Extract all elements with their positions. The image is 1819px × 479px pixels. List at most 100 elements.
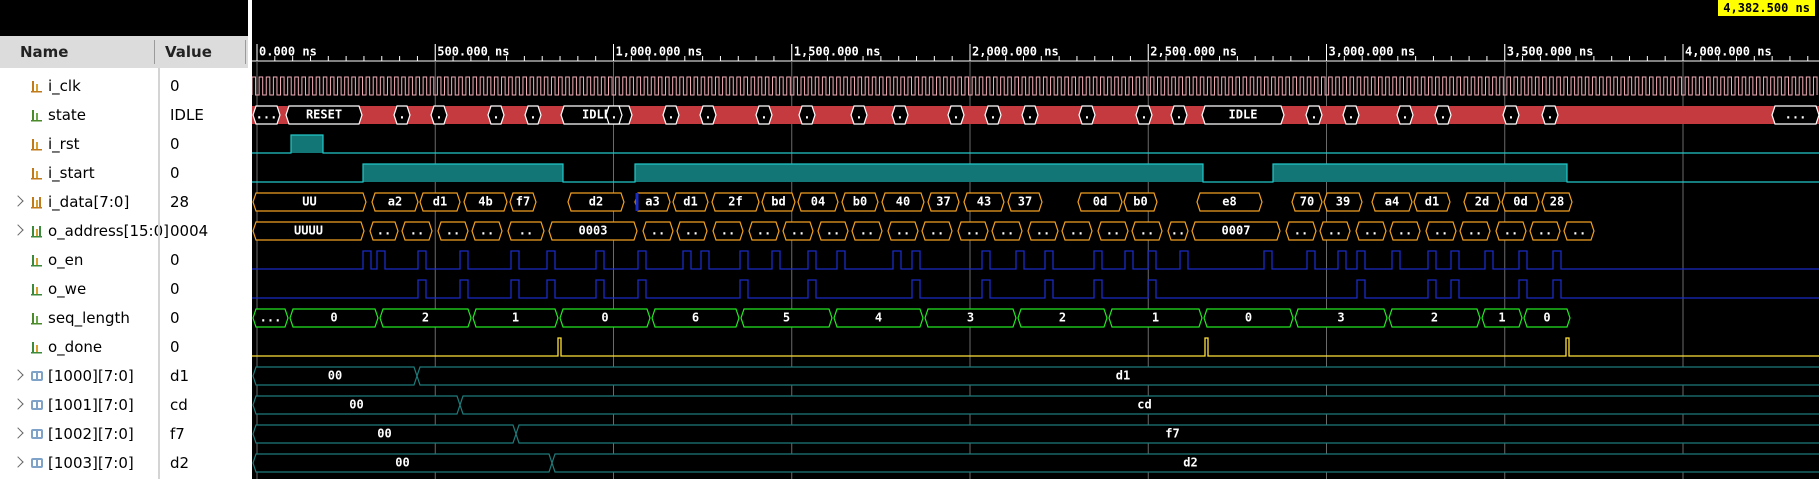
signal-row[interactable]: o_we 0 — [0, 275, 248, 304]
o-address-short-label: .. — [930, 224, 944, 238]
chevron-right-icon[interactable] — [12, 369, 24, 381]
o-address-short-label: .. — [826, 224, 840, 238]
signal-row[interactable]: i_data[7:0] 28 — [0, 188, 248, 217]
waveform-canvas[interactable]: 0.000 ns 500.000 ns 1,000.000 ns 1,500.000 … — [252, 0, 1819, 479]
state-label: RESET — [306, 108, 342, 122]
memory-array-icon — [30, 369, 44, 387]
memory-cell-label: 00 — [328, 369, 342, 383]
input-bit-icon — [30, 166, 44, 184]
memory-array-icon — [30, 398, 44, 416]
signal-row[interactable]: i_rst 0 — [0, 130, 248, 159]
chevron-right-icon[interactable] — [12, 456, 24, 468]
signal-value: 0 — [170, 135, 180, 153]
signal-value: 0 — [170, 338, 180, 356]
chevron-right-icon[interactable] — [12, 195, 24, 207]
state-short-label: . — [896, 108, 903, 122]
signal-value: IDLE — [170, 106, 204, 124]
signal-row[interactable]: i_start 0 — [0, 159, 248, 188]
state-short-label: . — [529, 108, 536, 122]
o-address-short-label: .. — [1572, 224, 1586, 238]
signal-name: [1003][7:0] — [48, 454, 134, 472]
state-short-label: . — [492, 108, 499, 122]
o-address-label: 0007 — [1222, 224, 1251, 238]
o-address-short-label: .. — [1171, 224, 1185, 238]
memory-cell-label: 00 — [395, 456, 409, 470]
memory-cell-label: 00 — [377, 427, 391, 441]
state-short-label: . — [1140, 108, 1147, 122]
signal-value: 0 — [170, 77, 180, 95]
start-high-fill — [363, 164, 563, 182]
i-data-label: 28 — [1550, 195, 1564, 209]
i-data-label: d1 — [1425, 195, 1439, 209]
seq-length-label: 0 — [1245, 311, 1252, 325]
state-label: IDLE — [1229, 108, 1258, 122]
memory-cell-label: d2 — [1183, 456, 1197, 470]
seq-length-label: 0 — [330, 311, 337, 325]
o-address-short-label: .. — [1434, 224, 1448, 238]
state-short-label: . — [1546, 108, 1553, 122]
signal-row[interactable]: [1000][7:0] d1 — [0, 362, 248, 391]
signal-row[interactable]: seq_length 0 — [0, 304, 248, 333]
signal-name: i_clk — [48, 77, 81, 95]
i-data-label: UU — [302, 195, 316, 209]
state-short-label: . — [704, 108, 711, 122]
o-address-label: 0003 — [579, 224, 608, 238]
name-column-header[interactable]: Name — [20, 36, 68, 68]
time-tick-label: 0.000 ns — [259, 45, 317, 59]
signal-name: state — [48, 106, 86, 124]
seq-length-label: 0 — [1543, 311, 1550, 325]
signal-name: [1001][7:0] — [48, 396, 134, 414]
state-short-label: . — [1439, 108, 1446, 122]
o-we-waveform — [252, 279, 1819, 299]
value-column-header[interactable]: Value — [165, 36, 212, 68]
column-divider[interactable] — [245, 40, 246, 64]
signal-row[interactable]: [1001][7:0] cd — [0, 391, 248, 420]
o-address-short-label: .. — [1538, 224, 1552, 238]
seq-length-label: 1 — [1498, 311, 1505, 325]
column-divider[interactable] — [154, 40, 155, 64]
clock-waveform — [252, 76, 1818, 96]
o-address-short-label: .. — [446, 224, 460, 238]
state-short-label: . — [952, 108, 959, 122]
o-address-label: UUUU — [294, 224, 323, 238]
state-short-label: . — [1401, 108, 1408, 122]
o-address-short-label: .. — [1106, 224, 1120, 238]
signal-value: f7 — [170, 425, 185, 443]
signal-row[interactable]: o_done 0 — [0, 333, 248, 362]
chevron-right-icon[interactable] — [12, 224, 24, 236]
o-address-short-label: .. — [519, 224, 533, 238]
state-short-label: . — [398, 108, 405, 122]
i-data-label: a4 — [1385, 195, 1399, 209]
o-address-short-label: .. — [1364, 224, 1378, 238]
signal-name: o_en — [48, 251, 84, 269]
memory-array-icon — [30, 456, 44, 474]
seq-length-label: ... — [260, 311, 282, 325]
o-address-short-label: .. — [1070, 224, 1084, 238]
state-short-label: . — [989, 108, 996, 122]
o-address-short-label: .. — [480, 224, 494, 238]
i-data-label: a3 — [645, 195, 659, 209]
rst-high-fill — [291, 135, 323, 153]
signal-row[interactable]: [1002][7:0] f7 — [0, 420, 248, 449]
chevron-right-icon[interactable] — [12, 427, 24, 439]
waveform-area[interactable]: 0.000 ns 500.000 ns 1,000.000 ns 1,500.000 … — [252, 0, 1819, 479]
i-data-label: d2 — [589, 195, 603, 209]
chevron-right-icon[interactable] — [12, 398, 24, 410]
input-bus-icon — [30, 195, 44, 213]
i-data-label: 2f — [728, 195, 742, 209]
signal-row[interactable]: state IDLE — [0, 101, 248, 130]
signal-row[interactable]: i_clk 0 — [0, 72, 248, 101]
seq-length-label: 3 — [967, 311, 974, 325]
state-short-label: . — [610, 108, 617, 122]
rst-waveform — [252, 134, 1819, 154]
seq-length-label: 2 — [422, 311, 429, 325]
o-address-short-label: .. — [651, 224, 665, 238]
memory-cell-label: 00 — [349, 398, 363, 412]
i-data-label: 2d — [1475, 195, 1489, 209]
signal-value: 0 — [170, 309, 180, 327]
signal-row[interactable]: o_en 0 — [0, 246, 248, 275]
name-value-separator[interactable] — [158, 68, 160, 479]
o-address-short-label: .. — [1398, 224, 1412, 238]
signal-row[interactable]: [1003][7:0] d2 — [0, 449, 248, 478]
signal-row[interactable]: o_address[15:0] 0004 — [0, 217, 248, 246]
